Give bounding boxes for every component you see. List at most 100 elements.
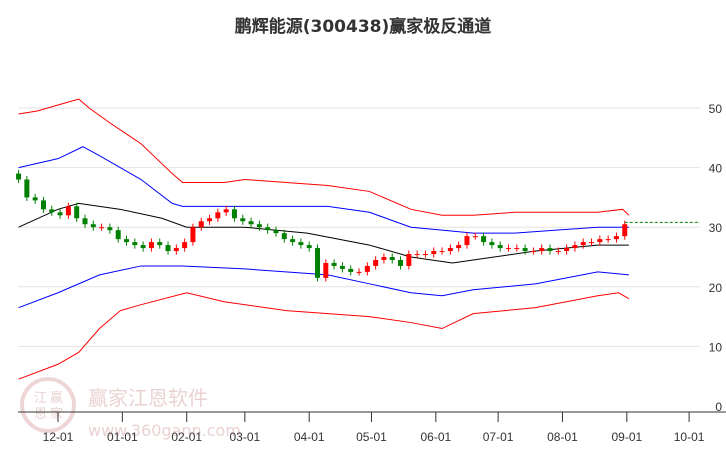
candle-body [298, 242, 304, 246]
x-tick-label: 12-01 [43, 430, 74, 444]
x-tick-label: 05-01 [356, 430, 387, 444]
candle-body [572, 245, 578, 249]
candle-body [207, 218, 213, 222]
candle-body [124, 239, 130, 243]
candle-body [107, 227, 113, 231]
candle-body [157, 242, 163, 246]
candle-body [389, 257, 395, 260]
y-tick-label: 50 [709, 102, 723, 116]
candle-body [431, 251, 437, 255]
candle-body [447, 248, 453, 252]
candle-body [514, 248, 520, 250]
candle-body [522, 248, 528, 252]
candle-body [74, 206, 80, 219]
y-tick-label: 20 [709, 281, 723, 295]
candle-body [530, 251, 536, 253]
candle-body [539, 248, 545, 252]
candle-body [422, 254, 428, 256]
candle-body [223, 209, 229, 213]
candle-body [497, 245, 503, 249]
candle-body [339, 265, 345, 269]
chart-svg: 江 赢 恩 家 赢家江恩软件 www.360gann.com 010203040… [16, 98, 726, 444]
chart-container: 鹏辉能源(300438)赢家极反通道 江 赢 恩 家 赢家江恩软件 www.36… [0, 0, 726, 450]
band-line-outer-lower [18, 292, 630, 380]
candle-body [306, 245, 312, 249]
band-line-inner-upper [18, 146, 629, 234]
candle-body [564, 248, 570, 252]
y-tick-label: 40 [709, 162, 723, 176]
candle-body [90, 224, 96, 228]
candle-body [148, 242, 154, 249]
candle-body [622, 224, 628, 237]
candle-body [580, 242, 586, 246]
candle-body [464, 236, 470, 246]
candle-body [290, 239, 296, 243]
candle-body [589, 242, 595, 244]
candle-body [198, 221, 204, 228]
watermark-brand: 赢家江恩软件 [88, 386, 208, 410]
candle-body [489, 242, 495, 246]
candle-body [356, 271, 362, 273]
candle-body [256, 224, 262, 228]
x-tick-label: 06-01 [420, 430, 451, 444]
y-tick-label: 10 [709, 340, 723, 354]
candle-body [439, 251, 445, 253]
candle-body [398, 259, 404, 266]
seal-char: 赢 [50, 390, 63, 406]
candle-body [348, 268, 354, 272]
watermark-seal [20, 377, 76, 433]
candle-body [555, 251, 561, 253]
candle-body [613, 236, 619, 240]
candle-body [140, 245, 146, 249]
x-tick-label: 02-01 [171, 430, 202, 444]
candle-body [331, 262, 337, 266]
x-tick-label: 08-01 [547, 430, 578, 444]
candle-body [414, 254, 420, 256]
candle-body [57, 212, 63, 216]
candle-body [24, 179, 30, 198]
x-tick-label: 04-01 [294, 430, 325, 444]
candle-body [49, 209, 55, 213]
candle-body [323, 262, 329, 278]
candle-body [281, 233, 287, 240]
candle-body [190, 227, 196, 243]
candle-body [215, 212, 221, 219]
x-tick-label: 07-01 [483, 430, 514, 444]
candle-body [182, 242, 188, 249]
candle-body [265, 227, 271, 231]
candle-body [597, 239, 603, 243]
candle-body [481, 236, 487, 243]
x-tick-label: 01-01 [107, 430, 138, 444]
candle-body [505, 248, 511, 250]
candle-body [32, 197, 38, 201]
candle-body [115, 230, 121, 240]
candle-body [165, 245, 171, 252]
candle-body [248, 221, 254, 225]
candle-body [173, 248, 179, 252]
x-tick-label: 10-01 [674, 430, 705, 444]
candle-body [273, 230, 279, 234]
seal-char: 恩 [34, 407, 47, 422]
candle-body [456, 245, 462, 249]
candle-body [231, 209, 237, 219]
candle-body [364, 265, 370, 272]
x-tick-label: 03-01 [229, 430, 260, 444]
candle-body [40, 200, 46, 210]
candle-body [605, 239, 611, 241]
candle-body [547, 248, 553, 252]
x-tick-label: 09-01 [611, 430, 642, 444]
seal-char: 家 [50, 406, 63, 422]
candle-body [99, 227, 105, 229]
candle-body [381, 257, 387, 260]
y-tick-label: 30 [709, 221, 723, 235]
candle-body [16, 173, 22, 180]
candle-body [472, 236, 478, 238]
candle-body [65, 206, 71, 216]
candle-body [315, 248, 320, 278]
candle-body [82, 218, 88, 225]
seal-char: 江 [34, 391, 47, 406]
candle-body [373, 259, 379, 266]
band-line-outer-upper [18, 98, 630, 216]
candle-body [240, 218, 246, 222]
candle-body [406, 254, 412, 266]
